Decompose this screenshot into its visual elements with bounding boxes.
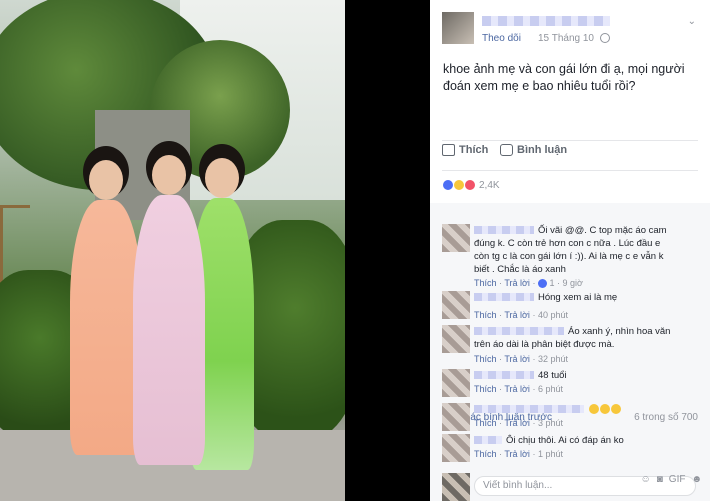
comment-reaction-count: 1 (549, 278, 555, 288)
composer-icons: ☺ ◙ GIF ☻ (641, 474, 702, 485)
commenter-name-blurred[interactable] (474, 293, 534, 302)
commenter-name-blurred[interactable] (474, 327, 564, 336)
globe-icon (600, 33, 610, 43)
comment-time[interactable]: 40 phút (538, 310, 568, 320)
comment-label: Bình luận (517, 144, 568, 156)
comment-icon (500, 144, 513, 156)
commenter-name-blurred[interactable] (474, 371, 534, 380)
commenter-avatar[interactable] (442, 434, 470, 462)
laughing-emoji-icon (611, 404, 621, 415)
comment-like-link[interactable]: Thích (474, 354, 497, 364)
like-button[interactable]: Thích (442, 144, 488, 156)
comment-text: Áo xanh ý, nhìn hoa văn trên áo dài là p… (474, 325, 674, 351)
comment-meta: Thích · Trả lời · 40 phút (474, 310, 568, 320)
woman-orange-dress (70, 160, 142, 455)
commenter-avatar[interactable] (442, 291, 470, 319)
comment-like-link[interactable]: Thích (474, 278, 497, 288)
divider (442, 140, 698, 141)
comment-body: 48 tuổi (538, 370, 567, 381)
comment-text: Ôi chịu thôi. Ai có đáp án ko (474, 434, 674, 447)
author-avatar[interactable] (442, 12, 474, 44)
comment-composer: Viết bình luận... ☺ ◙ GIF ☻ (430, 470, 710, 501)
commenter-name-blurred[interactable] (474, 226, 534, 235)
comment-text: 48 tuổi (474, 369, 674, 382)
comment-time[interactable]: 32 phút (538, 354, 568, 364)
commenter-avatar[interactable] (442, 325, 470, 353)
thumbs-up-icon (442, 144, 455, 156)
post-photo[interactable] (0, 0, 345, 501)
author-name-blurred[interactable] (482, 16, 610, 26)
comment-like-link[interactable]: Thích (474, 449, 497, 459)
commenter-name-blurred[interactable] (474, 436, 502, 445)
comment-reply-link[interactable]: Trả lời (504, 418, 530, 428)
comment-meta: Thích · Trả lời · 32 phút (474, 354, 568, 364)
laughing-emoji-icon (600, 404, 610, 415)
woman-pink-dress (133, 155, 205, 465)
comment-like-link[interactable]: Thích (474, 310, 497, 320)
comment-text: Hóng xem ai là mẹ (474, 291, 674, 304)
commenter-avatar[interactable] (442, 369, 470, 397)
comment-reply-link[interactable]: Trả lời (504, 278, 530, 288)
divider (442, 170, 698, 171)
comment-button[interactable]: Bình luận (500, 144, 567, 156)
comment-meta: Thích · Trả lời · 6 phút (474, 384, 563, 394)
my-avatar (442, 473, 470, 501)
chevron-down-icon[interactable]: ⌄ (688, 16, 696, 27)
follow-link[interactable]: Theo dõi (482, 33, 521, 44)
comment-like-link[interactable]: Thích (474, 418, 497, 428)
reaction-count: 2,4K (479, 179, 500, 191)
post-date[interactable]: 15 Tháng 10 (538, 33, 594, 44)
sticker-icon[interactable]: ☻ (691, 474, 702, 485)
post-caption: khoe ảnh mẹ và con gái lớn đi ạ, mọi ngư… (443, 62, 685, 93)
comment-meta: Thích · Trả lời · 1 phút (474, 449, 563, 459)
comment-body: Hóng xem ai là mẹ (538, 292, 618, 303)
comment-body: Ôi chịu thôi. Ai có đáp án ko (506, 435, 624, 446)
comments-section: Xem các bình luận trước 6 trong số 700 Ố… (430, 203, 710, 501)
comment-reply-link[interactable]: Trả lời (504, 384, 530, 394)
camera-icon[interactable]: ◙ (657, 474, 663, 485)
like-label: Thích (459, 144, 489, 156)
comment-time[interactable]: 1 phút (538, 449, 563, 459)
post-header: Theo dõi 15 Tháng 10 ⌄ (442, 12, 698, 52)
gif-icon[interactable]: GIF (669, 474, 686, 485)
emoji-icon[interactable]: ☺ (641, 474, 651, 485)
commenter-name-blurred[interactable] (474, 405, 584, 414)
love-reaction-icon (464, 179, 476, 191)
comment-reply-link[interactable]: Trả lời (504, 449, 530, 459)
comment-meta: Thích · Trả lời · 3 phút (474, 418, 563, 428)
post-actions: Thích Bình luận (442, 144, 698, 164)
photo-viewer (0, 0, 430, 501)
comment-time[interactable]: 9 giờ (562, 278, 582, 288)
comment-time[interactable]: 6 phút (538, 384, 563, 394)
reaction-summary[interactable]: 2,4K (442, 178, 500, 192)
commenter-avatar[interactable] (442, 403, 470, 431)
comment-meta: Thích · Trả lời · 1 · 9 giờ (474, 278, 583, 289)
comment-like-link[interactable]: Thích (474, 384, 497, 394)
like-reaction-icon (537, 279, 547, 289)
laughing-emoji-icon (589, 404, 599, 415)
commenter-avatar[interactable] (442, 224, 470, 252)
comment-time[interactable]: 3 phút (538, 418, 563, 428)
comment-text (474, 403, 674, 416)
comment-reply-link[interactable]: Trả lời (504, 310, 530, 320)
comment-reply-link[interactable]: Trả lời (504, 354, 530, 364)
comment-text: Ối vãi @@. C top mặc áo cam đúng k. C cò… (474, 224, 674, 276)
